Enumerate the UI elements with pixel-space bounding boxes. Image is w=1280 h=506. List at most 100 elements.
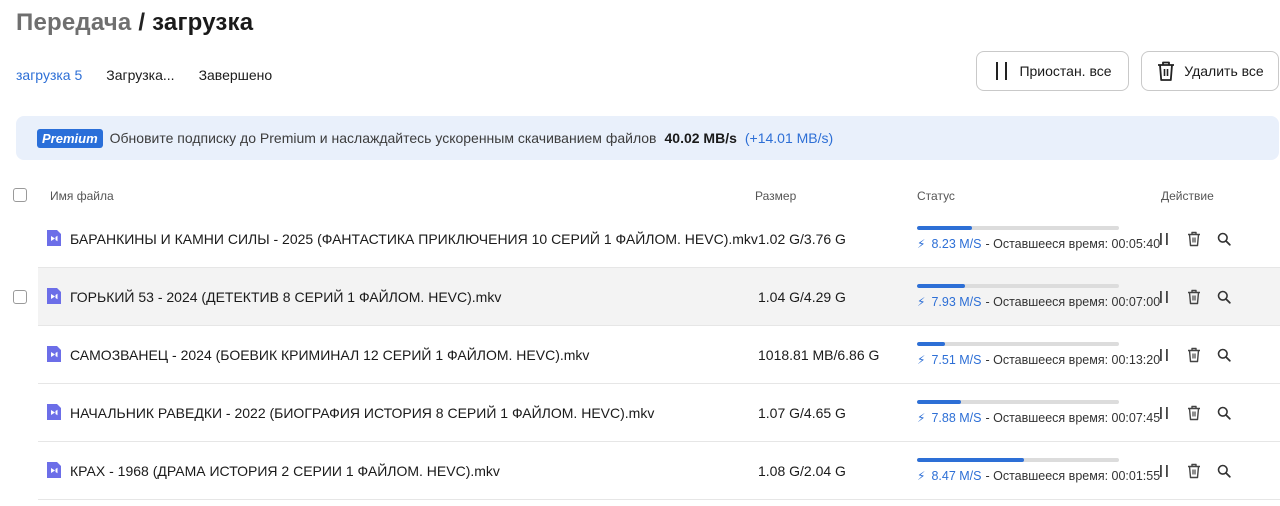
column-header-action: Действие [1161,189,1214,203]
delete-button[interactable] [1186,405,1202,421]
progress-fill [917,284,966,288]
video-file-icon [47,346,61,362]
remaining-time: - Оставшееся время: 00:07:45 [985,411,1161,425]
bonus-speed: (+14.01 MB/s) [744,130,834,146]
download-speed: 7.51 M/S [931,353,982,367]
pause-icon [1160,407,1168,419]
delete-button[interactable] [1186,347,1202,363]
progress-fill [917,226,972,230]
search-button[interactable] [1216,463,1232,479]
file-name[interactable]: БАРАНКИНЫ И КАМНИ СИЛЫ - 2025 (ФАНТАСТИК… [70,231,758,247]
lightning-icon: ⚡︎ [917,411,926,425]
trash-icon [1188,289,1200,305]
breadcrumb-parent[interactable]: Передача [16,9,131,36]
current-speed: 40.02 MB/s [664,130,737,146]
file-name[interactable]: ГОРЬКИЙ 53 - 2024 (ДЕТЕКТИВ 8 СЕРИЙ 1 ФА… [70,289,501,305]
pause-icon [1160,291,1168,303]
search-icon [1217,464,1231,478]
page-title: Передача / загрузка [16,9,253,37]
trash-icon [1188,347,1200,363]
download-speed: 8.23 M/S [931,237,982,251]
table-row[interactable]: КРАХ - 1968 (ДРАМА ИСТОРИЯ 2 СЕРИИ 1 ФАЙ… [38,442,1280,500]
trash-icon [1188,231,1200,247]
pause-icon [1160,233,1168,245]
progress-bar [917,284,1119,288]
file-name[interactable]: НАЧАЛЬНИК РАВЕДКИ - 2022 (БИОГРАФИЯ ИСТО… [70,405,654,421]
trash-icon [1188,463,1200,479]
delete-button[interactable] [1186,289,1202,305]
column-header-size: Размер [755,189,797,203]
video-file-icon [47,230,61,246]
tab-bar: загрузка 5 Загрузка... Завершено [16,67,272,83]
premium-banner[interactable]: Premium Обновите подписку до Premium и н… [16,116,1279,160]
table-row[interactable]: ГОРЬКИЙ 53 - 2024 (ДЕТЕКТИВ 8 СЕРИЙ 1 ФА… [13,268,1280,326]
file-size: 1.07 G/4.65 G [758,405,846,421]
lightning-icon: ⚡︎ [917,469,926,483]
row-checkbox[interactable] [13,290,27,304]
video-file-icon [47,462,61,478]
trash-icon [1188,405,1200,421]
tab-downloading[interactable]: Загрузка... [106,67,174,83]
search-button[interactable] [1216,289,1232,305]
select-all-checkbox[interactable] [13,188,27,202]
delete-button[interactable] [1186,231,1202,247]
pause-button[interactable] [1156,463,1172,479]
pause-button[interactable] [1156,347,1172,363]
progress-fill [917,342,946,346]
download-status: ⚡︎ 8.47 M/S - Оставшееся время: 00:01:55 [917,469,1160,483]
file-name[interactable]: САМОЗВАНЕЦ - 2024 (БОЕВИК КРИМИНАЛ 12 СЕ… [70,347,589,363]
progress-bar [917,226,1119,230]
file-name[interactable]: КРАХ - 1968 (ДРАМА ИСТОРИЯ 2 СЕРИИ 1 ФАЙ… [70,463,500,479]
download-speed: 8.47 M/S [931,469,982,483]
pause-all-button[interactable]: Приостан. все [976,51,1129,91]
remaining-time: - Оставшееся время: 00:01:55 [985,469,1161,483]
progress-bar [917,342,1119,346]
pause-icon [1160,465,1168,477]
search-icon [1217,232,1231,246]
file-size: 1018.81 MB/6.86 G [758,347,880,363]
download-speed: 7.88 M/S [931,411,982,425]
table-row[interactable]: САМОЗВАНЕЦ - 2024 (БОЕВИК КРИМИНАЛ 12 СЕ… [38,326,1280,384]
table-header: Имя файла Размер Статус Действие [0,186,1280,206]
remaining-time: - Оставшееся время: 00:13:20 [985,353,1161,367]
file-size: 1.04 G/4.29 G [758,289,846,305]
download-status: ⚡︎ 8.23 M/S - Оставшееся время: 00:05:40 [917,237,1160,251]
progress-fill [917,458,1025,462]
progress-fill [917,400,962,404]
pause-icon [1160,349,1168,361]
banner-text: Обновите подписку до Premium и наслаждай… [109,130,657,146]
search-button[interactable] [1216,231,1232,247]
trash-icon [1158,61,1175,81]
pause-button[interactable] [1156,405,1172,421]
progress-bar [917,400,1119,404]
table-row[interactable]: НАЧАЛЬНИК РАВЕДКИ - 2022 (БИОГРАФИЯ ИСТО… [38,384,1280,442]
column-header-status: Статус [917,189,955,203]
download-status: ⚡︎ 7.93 M/S - Оставшееся время: 00:07:00 [917,295,1160,309]
breadcrumb-separator: / [131,9,153,36]
video-file-icon [47,404,61,420]
search-button[interactable] [1216,405,1232,421]
pause-button[interactable] [1156,289,1172,305]
search-icon [1217,348,1231,362]
delete-button[interactable] [1186,463,1202,479]
lightning-icon: ⚡︎ [917,295,926,309]
tab-downloads[interactable]: загрузка 5 [16,67,82,83]
column-header-name: Имя файла [50,189,114,203]
table-row[interactable]: БАРАНКИНЫ И КАМНИ СИЛЫ - 2025 (ФАНТАСТИК… [38,210,1280,268]
search-button[interactable] [1216,347,1232,363]
breadcrumb-current: загрузка [152,9,254,36]
premium-badge: Premium [37,128,103,148]
delete-all-button[interactable]: Удалить все [1141,51,1279,91]
remaining-time: - Оставшееся время: 00:07:00 [985,295,1161,309]
download-speed: 7.93 M/S [931,295,982,309]
download-status: ⚡︎ 7.88 M/S - Оставшееся время: 00:07:45 [917,411,1160,425]
lightning-icon: ⚡︎ [917,353,926,367]
pause-all-label: Приостан. все [1019,63,1112,79]
video-file-icon [47,288,61,304]
tab-completed[interactable]: Завершено [199,67,273,83]
pause-icon [996,62,1008,80]
progress-bar [917,458,1119,462]
pause-button[interactable] [1156,231,1172,247]
file-size: 1.02 G/3.76 G [758,231,846,247]
delete-all-label: Удалить все [1184,63,1264,79]
